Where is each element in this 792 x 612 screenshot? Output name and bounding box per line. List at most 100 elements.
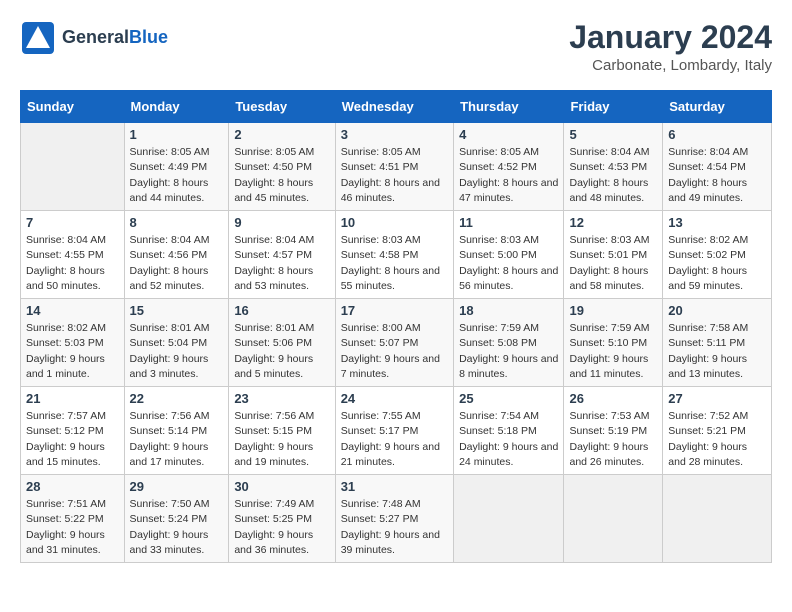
day-number: 26 [569, 391, 657, 406]
day-number: 18 [459, 303, 558, 318]
calendar-cell [454, 475, 564, 563]
day-number: 5 [569, 127, 657, 142]
day-number: 11 [459, 215, 558, 230]
day-info: Sunrise: 8:04 AMSunset: 4:56 PMDaylight:… [130, 233, 224, 294]
day-info: Sunrise: 8:04 AMSunset: 4:54 PMDaylight:… [668, 145, 766, 206]
month-title: January 2024 [569, 20, 772, 55]
day-number: 1 [130, 127, 224, 142]
header-monday: Monday [124, 91, 229, 123]
week-row-1: 1Sunrise: 8:05 AMSunset: 4:49 PMDaylight… [21, 123, 772, 211]
calendar-cell: 25Sunrise: 7:54 AMSunset: 5:18 PMDayligh… [454, 387, 564, 475]
calendar-cell: 23 Sunrise: 7:56 AMSunset: 5:15 PMDayligh… [229, 387, 335, 475]
day-info: Sunrise: 8:01 AMSunset: 5:06 PMDaylight:… [234, 321, 329, 382]
day-number: 20 [668, 303, 766, 318]
calendar-cell: 27 Sunrise: 7:52 AMSunset: 5:21 PMDayligh… [663, 387, 772, 475]
day-number: 8 [130, 215, 224, 230]
week-row-4: 21 Sunrise: 7:57 AMSunset: 5:12 PMDayligh… [21, 387, 772, 475]
day-number: 14 [26, 303, 119, 318]
title-section: January 2024 Carbonate, Lombardy, Italy [569, 20, 772, 74]
calendar-cell: 28Sunrise: 7:51 AMSunset: 5:22 PMDayligh… [21, 475, 125, 563]
day-number: 15 [130, 303, 224, 318]
day-info: Sunrise: 7:56 AMSunset: 5:14 PMDaylight:… [130, 409, 224, 470]
day-number: 23 [234, 391, 329, 406]
calendar-cell: 11 Sunrise: 8:03 AMSunset: 5:00 PMDayligh… [454, 211, 564, 299]
calendar-cell: 17 Sunrise: 8:00 AMSunset: 5:07 PMDayligh… [335, 299, 453, 387]
header-sunday: Sunday [21, 91, 125, 123]
calendar-cell: 21 Sunrise: 7:57 AMSunset: 5:12 PMDayligh… [21, 387, 125, 475]
day-info: Sunrise: 8:00 AMSunset: 5:07 PMDaylight:… [341, 321, 448, 382]
calendar-cell: 5 Sunrise: 8:04 AMSunset: 4:53 PMDaylight… [564, 123, 663, 211]
calendar-cell: 31 Sunrise: 7:48 AMSunset: 5:27 PMDayligh… [335, 475, 453, 563]
header-tuesday: Tuesday [229, 91, 335, 123]
calendar-cell: 9Sunrise: 8:04 AMSunset: 4:57 PMDaylight… [229, 211, 335, 299]
day-info: Sunrise: 7:52 AMSunset: 5:21 PMDaylight:… [668, 409, 766, 470]
week-row-5: 28Sunrise: 7:51 AMSunset: 5:22 PMDayligh… [21, 475, 772, 563]
day-number: 29 [130, 479, 224, 494]
calendar-cell: 18Sunrise: 7:59 AMSunset: 5:08 PMDayligh… [454, 299, 564, 387]
calendar-cell: 7 Sunrise: 8:04 AMSunset: 4:55 PMDaylight… [21, 211, 125, 299]
day-number: 21 [26, 391, 119, 406]
logo: GeneralBlue [20, 20, 168, 56]
calendar-cell: 19 Sunrise: 7:59 AMSunset: 5:10 PMDayligh… [564, 299, 663, 387]
location: Carbonate, Lombardy, Italy [569, 57, 772, 74]
calendar-cell: 12Sunrise: 8:03 AMSunset: 5:01 PMDayligh… [564, 211, 663, 299]
day-number: 12 [569, 215, 657, 230]
day-info: Sunrise: 8:05 AMSunset: 4:51 PMDaylight:… [341, 145, 448, 206]
logo-blue: Blue [129, 27, 168, 47]
day-number: 3 [341, 127, 448, 142]
day-number: 25 [459, 391, 558, 406]
day-number: 16 [234, 303, 329, 318]
calendar-cell: 24Sunrise: 7:55 AMSunset: 5:17 PMDayligh… [335, 387, 453, 475]
day-info: Sunrise: 7:53 AMSunset: 5:19 PMDaylight:… [569, 409, 657, 470]
header-thursday: Thursday [454, 91, 564, 123]
calendar-cell: 14 Sunrise: 8:02 AMSunset: 5:03 PMDayligh… [21, 299, 125, 387]
calendar-cell: 2Sunrise: 8:05 AMSunset: 4:50 PMDaylight… [229, 123, 335, 211]
logo-general: General [62, 27, 129, 47]
day-number: 4 [459, 127, 558, 142]
day-number: 30 [234, 479, 329, 494]
day-number: 6 [668, 127, 766, 142]
calendar-cell: 22 Sunrise: 7:56 AMSunset: 5:14 PMDayligh… [124, 387, 229, 475]
calendar-cell: 15Sunrise: 8:01 AMSunset: 5:04 PMDayligh… [124, 299, 229, 387]
logo-icon [20, 20, 56, 56]
calendar-cell: 16 Sunrise: 8:01 AMSunset: 5:06 PMDayligh… [229, 299, 335, 387]
day-number: 22 [130, 391, 224, 406]
calendar-cell: 4 Sunrise: 8:05 AMSunset: 4:52 PMDaylight… [454, 123, 564, 211]
day-number: 17 [341, 303, 448, 318]
calendar-header-row: SundayMondayTuesdayWednesdayThursdayFrid… [21, 91, 772, 123]
day-number: 13 [668, 215, 766, 230]
day-info: Sunrise: 7:58 AMSunset: 5:11 PMDaylight:… [668, 321, 766, 382]
calendar-cell: 8 Sunrise: 8:04 AMSunset: 4:56 PMDaylight… [124, 211, 229, 299]
day-number: 27 [668, 391, 766, 406]
calendar-cell: 30 Sunrise: 7:49 AMSunset: 5:25 PMDayligh… [229, 475, 335, 563]
week-row-3: 14 Sunrise: 8:02 AMSunset: 5:03 PMDayligh… [21, 299, 772, 387]
day-info: Sunrise: 8:05 AMSunset: 4:52 PMDaylight:… [459, 145, 558, 206]
day-number: 7 [26, 215, 119, 230]
day-number: 28 [26, 479, 119, 494]
day-info: Sunrise: 8:04 AMSunset: 4:55 PMDaylight:… [26, 233, 119, 294]
calendar-cell: 10 Sunrise: 8:03 AMSunset: 4:58 PMDayligh… [335, 211, 453, 299]
calendar-cell: 29Sunrise: 7:50 AMSunset: 5:24 PMDayligh… [124, 475, 229, 563]
day-number: 10 [341, 215, 448, 230]
day-number: 19 [569, 303, 657, 318]
calendar-cell: 26 Sunrise: 7:53 AMSunset: 5:19 PMDayligh… [564, 387, 663, 475]
day-number: 2 [234, 127, 329, 142]
header-saturday: Saturday [663, 91, 772, 123]
day-info: Sunrise: 7:59 AMSunset: 5:10 PMDaylight:… [569, 321, 657, 382]
day-info: Sunrise: 7:48 AMSunset: 5:27 PMDaylight:… [341, 497, 448, 558]
week-row-2: 7 Sunrise: 8:04 AMSunset: 4:55 PMDaylight… [21, 211, 772, 299]
calendar-cell [663, 475, 772, 563]
day-info: Sunrise: 8:04 AMSunset: 4:53 PMDaylight:… [569, 145, 657, 206]
day-number: 31 [341, 479, 448, 494]
day-info: Sunrise: 7:56 AMSunset: 5:15 PMDaylight:… [234, 409, 329, 470]
day-info: Sunrise: 7:57 AMSunset: 5:12 PMDaylight:… [26, 409, 119, 470]
day-info: Sunrise: 7:49 AMSunset: 5:25 PMDaylight:… [234, 497, 329, 558]
day-info: Sunrise: 8:03 AMSunset: 5:00 PMDaylight:… [459, 233, 558, 294]
day-info: Sunrise: 8:02 AMSunset: 5:03 PMDaylight:… [26, 321, 119, 382]
day-info: Sunrise: 8:03 AMSunset: 4:58 PMDaylight:… [341, 233, 448, 294]
calendar-cell: 20 Sunrise: 7:58 AMSunset: 5:11 PMDayligh… [663, 299, 772, 387]
day-info: Sunrise: 8:04 AMSunset: 4:57 PMDaylight:… [234, 233, 329, 294]
header-friday: Friday [564, 91, 663, 123]
day-number: 24 [341, 391, 448, 406]
header-wednesday: Wednesday [335, 91, 453, 123]
